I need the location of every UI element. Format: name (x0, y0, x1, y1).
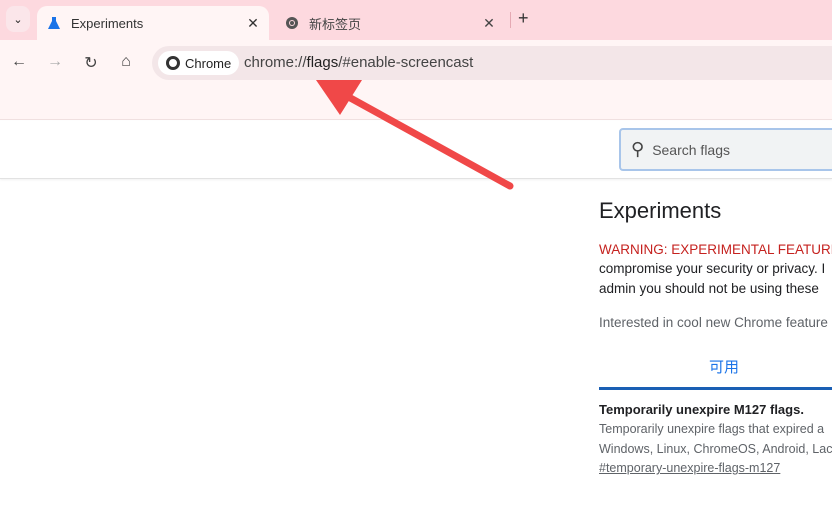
annotation-arrow (316, 80, 514, 190)
arrow-shaft (341, 91, 514, 190)
